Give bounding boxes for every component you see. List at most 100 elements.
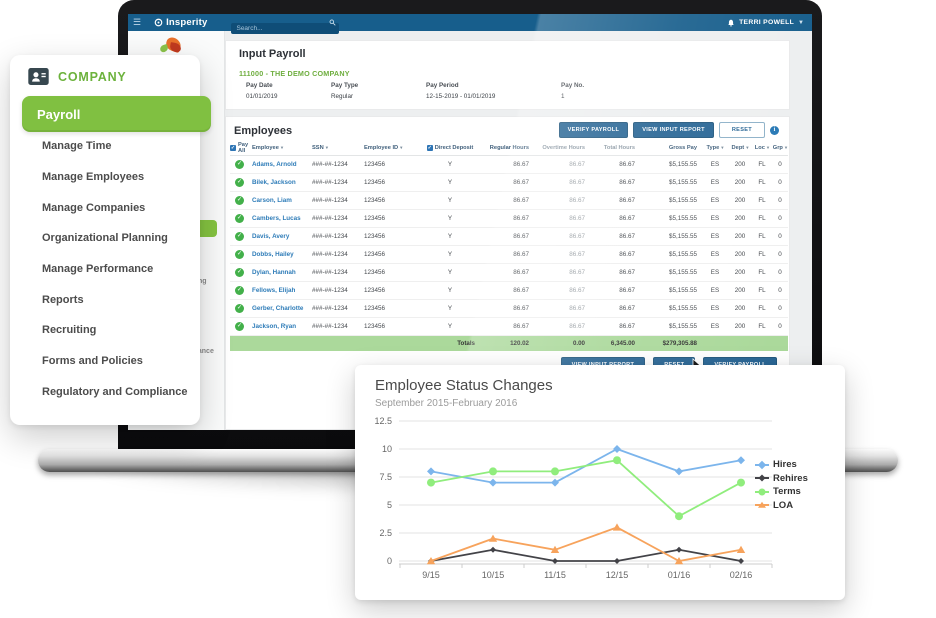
employee-name-link[interactable]: Bilek, Jackson [252, 179, 296, 186]
employee-name-link[interactable]: Cambers, Lucas [252, 215, 301, 222]
sort-caret-icon: ▾ [326, 145, 328, 151]
legend-item-hires[interactable]: Hires [755, 459, 808, 470]
cell-direct_deposit: Y [420, 269, 480, 276]
column-header-loc[interactable]: Loc▾ [752, 145, 772, 151]
employee-name-link[interactable]: Carson, Liam [252, 197, 292, 204]
cell-total: 86.67 [590, 233, 640, 240]
table-row: ✓Carson, Liam###-##-1234123456Y86.6786.6… [230, 192, 788, 210]
cell-gross: $5,155.55 [640, 251, 702, 258]
cell-direct_deposit: Y [420, 197, 480, 204]
employee-name-link[interactable]: Jackson, Ryan [252, 323, 296, 330]
row-check-cell: ✓ [230, 160, 252, 169]
svg-text:7.5: 7.5 [379, 472, 392, 482]
row-check-icon[interactable]: ✓ [235, 196, 244, 205]
employee-name-link[interactable]: Fellows, Elijah [252, 287, 295, 294]
info-icon[interactable]: i [770, 126, 779, 135]
cell-overtime: 86.67 [534, 161, 590, 168]
employee-name-link[interactable]: Davis, Avery [252, 233, 289, 240]
menu-item-organizational-planning[interactable]: Organizational Planning [42, 223, 192, 254]
user-name: TERRI POWELL [739, 19, 794, 26]
employee-name-link[interactable]: Dylan, Hannah [252, 269, 296, 276]
menu-item-regulatory-and-compliance[interactable]: Regulatory and Compliance [42, 377, 192, 408]
row-check-icon[interactable]: ✓ [235, 160, 244, 169]
cell-overtime: 86.67 [534, 287, 590, 294]
verify-payroll-button[interactable]: VERIFY PAYROLL [559, 122, 629, 138]
menu-header: COMPANY [28, 68, 127, 85]
search-icon[interactable] [329, 19, 336, 26]
menu-item-manage-performance[interactable]: Manage Performance [42, 254, 192, 285]
contact-badge-icon [28, 68, 49, 85]
insperity-logo[interactable]: Insperity [154, 17, 207, 28]
row-check-cell: ✓ [230, 196, 252, 205]
row-check-icon[interactable]: ✓ [235, 178, 244, 187]
row-check-icon[interactable]: ✓ [235, 286, 244, 295]
menu-item-forms-and-policies[interactable]: Forms and Policies [42, 346, 192, 377]
legend-item-rehires[interactable]: Rehires [755, 473, 808, 484]
menu-item-reports[interactable]: Reports [42, 284, 192, 315]
employee-name-link[interactable]: Gerber, Charlotte [252, 305, 303, 312]
cell-ssn: ###-##-1234 [312, 287, 364, 294]
table-row: ✓Bilek, Jackson###-##-1234123456Y86.6786… [230, 174, 788, 192]
row-check-icon[interactable]: ✓ [235, 232, 244, 241]
cell-gross: $5,155.55 [640, 161, 702, 168]
hamburger-menu-icon[interactable]: ☰ [133, 18, 141, 27]
sort-caret-icon: ▾ [767, 145, 769, 151]
series-line-rehires [431, 550, 741, 561]
checkbox-icon[interactable]: ✓ [427, 145, 433, 151]
cell-overtime: 86.67 [534, 269, 590, 276]
row-check-icon[interactable]: ✓ [235, 322, 244, 331]
cell-gross: $5,155.55 [640, 179, 702, 186]
reset-button[interactable]: RESET [719, 122, 765, 138]
menu-item-manage-employees[interactable]: Manage Employees [42, 162, 192, 193]
cell-ssn: ###-##-1234 [312, 251, 364, 258]
cell-ssn: ###-##-1234 [312, 179, 364, 186]
totals-cell-7: 6,345.00 [590, 340, 640, 347]
cell-employee: Cambers, Lucas [252, 215, 312, 222]
sort-caret-icon: ▾ [281, 145, 283, 151]
column-header-ssn[interactable]: SSN▾ [312, 145, 364, 151]
checkbox-icon[interactable]: ✓ [230, 145, 236, 151]
menu-item-payroll-active[interactable]: Payroll [22, 96, 211, 132]
cell-type: ES [702, 161, 728, 168]
column-header-dept[interactable]: Dept▾ [728, 145, 752, 151]
cell-dept: 200 [728, 251, 752, 258]
sort-caret-icon: ▾ [785, 145, 787, 151]
row-check-cell: ✓ [230, 304, 252, 313]
cell-gross: $5,155.55 [640, 197, 702, 204]
pay-field-pay-type: Pay TypeRegular [331, 82, 426, 100]
menu-header-label: COMPANY [58, 70, 127, 84]
menu-item-manage-time[interactable]: Manage Time [42, 131, 192, 162]
sort-caret-icon: ▾ [400, 145, 402, 151]
row-check-icon[interactable]: ✓ [235, 268, 244, 277]
cell-total: 86.67 [590, 269, 640, 276]
legend-item-loa[interactable]: LOA [755, 500, 808, 511]
row-check-icon[interactable]: ✓ [235, 214, 244, 223]
cell-overtime: 86.67 [534, 305, 590, 312]
column-header-gross-pay: Gross Pay [640, 145, 702, 151]
legend-item-terms[interactable]: Terms [755, 486, 808, 497]
column-header-regular-hours: Regular Hours [480, 145, 534, 151]
row-check-cell: ✓ [230, 214, 252, 223]
menu-item-recruiting[interactable]: Recruiting [42, 315, 192, 346]
user-menu[interactable]: TERRI POWELL ▼ [727, 19, 804, 27]
cell-direct_deposit: Y [420, 215, 480, 222]
column-header-employee-id[interactable]: Employee ID▾ [364, 145, 420, 151]
view-input-report-button[interactable]: VIEW INPUT REPORT [633, 122, 714, 138]
row-check-icon[interactable]: ✓ [235, 250, 244, 259]
column-header-overtime-hours: Overtime Hours [534, 145, 590, 151]
employee-name-link[interactable]: Adams, Arnold [252, 161, 297, 168]
cell-grp: 0 [772, 215, 788, 222]
cell-regular: 86.67 [480, 233, 534, 240]
column-header-type[interactable]: Type▾ [702, 145, 728, 151]
cell-dept: 200 [728, 233, 752, 240]
cell-dept: 200 [728, 161, 752, 168]
cell-ssn: ###-##-1234 [312, 197, 364, 204]
row-check-icon[interactable]: ✓ [235, 304, 244, 313]
column-header-employee[interactable]: Employee▾ [252, 145, 312, 151]
active-item-label: Payroll [37, 107, 80, 122]
brand-text: Insperity [166, 17, 207, 28]
column-header-grp[interactable]: Grp▾ [772, 145, 788, 151]
search-input[interactable] [231, 23, 339, 34]
employee-name-link[interactable]: Dobbs, Hailey [252, 251, 294, 258]
menu-item-manage-companies[interactable]: Manage Companies [42, 192, 192, 223]
